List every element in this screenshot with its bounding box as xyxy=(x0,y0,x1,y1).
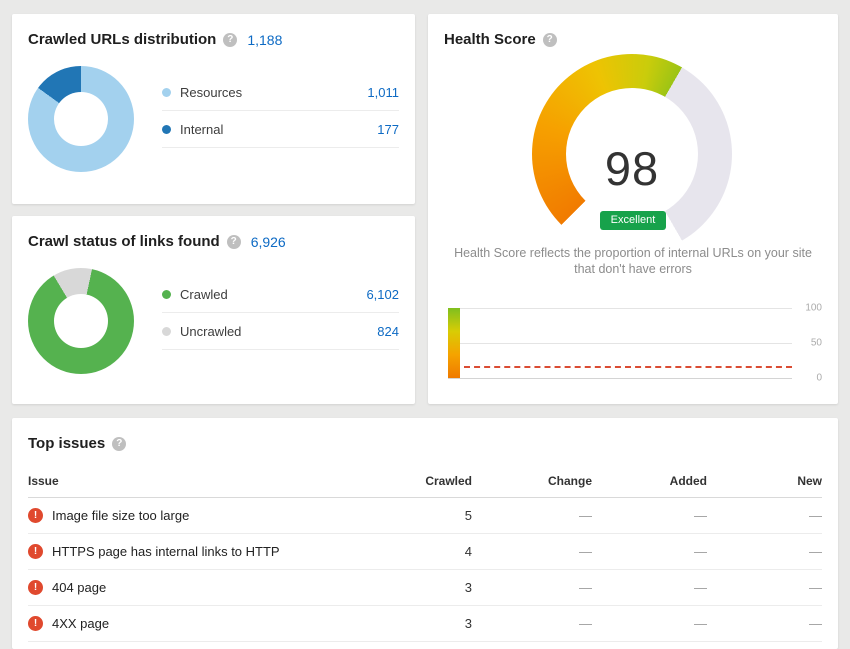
legend-dot-icon xyxy=(162,125,171,134)
issue-change: — xyxy=(472,498,592,534)
issue-added: — xyxy=(592,606,707,642)
legend-dot-icon xyxy=(162,88,171,97)
gridline-0 xyxy=(448,378,792,379)
error-icon: ! xyxy=(28,544,43,559)
help-icon[interactable]: ? xyxy=(227,235,241,249)
legend-value-link[interactable]: 177 xyxy=(377,122,399,137)
issue-new: — xyxy=(707,570,822,606)
help-icon[interactable]: ? xyxy=(112,437,126,451)
legend-row-uncrawled: Uncrawled 824 xyxy=(162,313,399,350)
crawled-urls-title: Crawled URLs distribution xyxy=(28,31,216,48)
issue-new: — xyxy=(707,534,822,570)
legend-label: Uncrawled xyxy=(180,324,241,339)
legend-value-link[interactable]: 6,102 xyxy=(366,287,399,302)
crawl-status-legend: Crawled 6,102 Uncrawled 824 xyxy=(162,276,399,374)
card-body: Crawled 6,102 Uncrawled 824 xyxy=(12,250,415,374)
issue-crawled-count: 4 xyxy=(352,534,472,570)
column-header-crawled[interactable]: Crawled xyxy=(352,465,472,498)
score-scale-bar xyxy=(448,308,460,378)
issue-crawled-count: 3 xyxy=(352,570,472,606)
table-row[interactable]: ! 404 page 3 — — — xyxy=(28,570,822,606)
crawled-urls-donut-chart xyxy=(28,66,134,172)
table-row[interactable]: ! Image file size too large 5 — — — xyxy=(28,498,822,534)
history-dashed-line xyxy=(464,366,792,368)
issue-change: — xyxy=(472,570,592,606)
column-header-issue[interactable]: Issue xyxy=(28,465,352,498)
gridline-50 xyxy=(448,343,792,344)
error-icon: ! xyxy=(28,616,43,631)
card-header: Crawled URLs distribution ? 1,188 xyxy=(12,14,415,48)
health-score-card: Health Score ? 98 Excellent Health Score… xyxy=(428,14,838,404)
gridline-100 xyxy=(448,308,792,309)
legend-value-link[interactable]: 824 xyxy=(377,324,399,339)
issue-change: — xyxy=(472,534,592,570)
card-header: Crawl status of links found ? 6,926 xyxy=(12,216,415,250)
top-issues-card: Top issues ? Issue Crawled Change Added … xyxy=(12,418,838,649)
column-header-change[interactable]: Change xyxy=(472,465,592,498)
axis-label-100: 100 xyxy=(796,303,822,314)
issue-name[interactable]: 4XX page xyxy=(52,616,109,631)
table-header-row: Issue Crawled Change Added New xyxy=(28,465,822,498)
top-issues-table: Issue Crawled Change Added New ! Image f… xyxy=(28,465,822,642)
legend-label: Crawled xyxy=(180,287,228,302)
table-row[interactable]: ! HTTPS page has internal links to HTTP … xyxy=(28,534,822,570)
card-body: Resources 1,011 Internal 177 xyxy=(12,48,415,172)
issue-crawled-count: 5 xyxy=(352,498,472,534)
crawled-urls-total-link[interactable]: 1,188 xyxy=(247,32,282,48)
health-score-badge: Excellent xyxy=(600,211,667,230)
crawled-urls-legend: Resources 1,011 Internal 177 xyxy=(162,74,399,172)
issue-new: — xyxy=(707,498,822,534)
issue-added: — xyxy=(592,570,707,606)
issue-added: — xyxy=(592,534,707,570)
issue-added: — xyxy=(592,498,707,534)
crawl-status-title: Crawl status of links found xyxy=(28,233,220,250)
issue-change: — xyxy=(472,606,592,642)
crawl-status-donut-chart xyxy=(28,268,134,374)
legend-label: Internal xyxy=(180,122,223,137)
legend-label: Resources xyxy=(180,85,242,100)
legend-row-crawled: Crawled 6,102 xyxy=(162,276,399,313)
error-icon: ! xyxy=(28,580,43,595)
health-score-history-chart: 100 50 0 xyxy=(448,296,822,386)
issue-name[interactable]: HTTPS page has internal links to HTTP xyxy=(52,544,280,559)
top-issues-title: Top issues xyxy=(28,435,105,452)
health-score-value: 98 xyxy=(532,68,732,268)
legend-row-internal: Internal 177 xyxy=(162,111,399,148)
issue-name[interactable]: Image file size too large xyxy=(52,508,189,523)
legend-value-link[interactable]: 1,011 xyxy=(367,85,399,100)
health-score-description: Health Score reflects the proportion of … xyxy=(446,245,820,277)
issue-crawled-count: 3 xyxy=(352,606,472,642)
axis-label-0: 0 xyxy=(796,373,822,384)
issue-name[interactable]: 404 page xyxy=(52,580,106,595)
column-header-added[interactable]: Added xyxy=(592,465,707,498)
help-icon[interactable]: ? xyxy=(543,33,557,47)
legend-dot-icon xyxy=(162,290,171,299)
crawl-status-card: Crawl status of links found ? 6,926 Craw… xyxy=(12,216,415,404)
crawled-urls-card: Crawled URLs distribution ? 1,188 Resour… xyxy=(12,14,415,204)
error-icon: ! xyxy=(28,508,43,523)
table-row[interactable]: ! 4XX page 3 — — — xyxy=(28,606,822,642)
legend-dot-icon xyxy=(162,327,171,336)
health-score-title: Health Score xyxy=(444,31,536,48)
column-header-new[interactable]: New xyxy=(707,465,822,498)
issue-new: — xyxy=(707,606,822,642)
card-header: Top issues ? xyxy=(12,418,838,452)
axis-label-50: 50 xyxy=(796,338,822,349)
legend-row-resources: Resources 1,011 xyxy=(162,74,399,111)
card-header: Health Score ? xyxy=(428,14,838,48)
help-icon[interactable]: ? xyxy=(223,33,237,47)
crawl-status-total-link[interactable]: 6,926 xyxy=(251,234,286,250)
